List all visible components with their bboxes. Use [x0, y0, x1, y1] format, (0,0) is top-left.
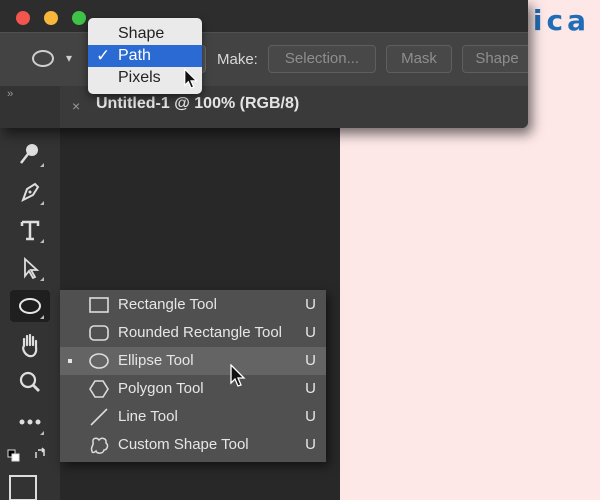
menu-item-shortcut: U	[305, 324, 316, 341]
current-tool-bullet	[68, 359, 72, 363]
menu-item-label: Rounded Rectangle Tool	[118, 324, 283, 341]
make-mask-button[interactable]: Mask	[386, 45, 452, 73]
menu-item-rectangle-tool[interactable]: Rectangle Tool U	[60, 291, 326, 319]
mode-option-path[interactable]: ✓ Path	[88, 45, 202, 67]
make-selection-button[interactable]: Selection...	[268, 45, 376, 73]
zoom-window-button[interactable]	[72, 11, 86, 25]
zoom-tool[interactable]	[10, 366, 50, 398]
type-tool[interactable]	[10, 214, 50, 246]
minimize-window-button[interactable]	[44, 11, 58, 25]
pen-tool[interactable]	[10, 176, 50, 208]
document-tab-bar: ›› × Untitled-1 @ 100% (RGB/8)	[0, 86, 528, 128]
hand-tool[interactable]	[10, 328, 50, 360]
options-bar: ▾ Make: Selection... Mask Shape	[0, 32, 528, 86]
chevron-down-icon[interactable]: ▾	[66, 51, 72, 65]
make-shape-button[interactable]: Shape	[462, 45, 528, 73]
mode-option-shape[interactable]: Shape	[88, 23, 202, 45]
document-tab-title[interactable]: Untitled-1 @ 100% (RGB/8)	[96, 95, 299, 113]
quick-selection-tool[interactable]	[10, 138, 50, 170]
shape-tools-flyout: Rectangle Tool U Rounded Rectangle Tool …	[60, 290, 326, 462]
menu-item-label: Rectangle Tool	[118, 296, 217, 313]
tool-preset-ellipse-icon[interactable]	[32, 50, 54, 67]
mode-option-label: Path	[118, 47, 151, 64]
rounded-rectangle-icon	[89, 325, 109, 341]
collapse-panels-icon[interactable]: ››	[7, 88, 13, 100]
color-swatches[interactable]	[6, 446, 56, 500]
title-bar	[0, 0, 528, 32]
menu-item-custom-shape-tool[interactable]: Custom Shape Tool U	[60, 431, 326, 459]
tools-panel	[0, 128, 60, 500]
close-tab-icon[interactable]: ×	[72, 98, 80, 114]
photoshop-window: ▾ Make: Selection... Mask Shape ›› × Unt…	[0, 0, 528, 128]
path-selection-tool[interactable]	[10, 252, 50, 284]
hand-icon	[22, 333, 38, 358]
menu-item-label: Line Tool	[118, 408, 178, 425]
menu-item-rounded-rectangle-tool[interactable]: Rounded Rectangle Tool U	[60, 319, 326, 347]
menu-item-shortcut: U	[305, 352, 316, 369]
make-label: Make:	[217, 51, 258, 68]
mouse-cursor-icon	[230, 364, 246, 387]
menu-item-shortcut: U	[305, 380, 316, 397]
menu-item-polygon-tool[interactable]: Polygon Tool U	[60, 375, 326, 403]
ellipse-tool[interactable]	[10, 290, 50, 322]
menu-item-label: Custom Shape Tool	[118, 436, 249, 453]
menu-item-label: Ellipse Tool	[118, 352, 194, 369]
checkmark-icon: ✓	[96, 46, 111, 65]
ellipse-icon	[89, 353, 109, 369]
more-tools[interactable]	[10, 406, 50, 438]
mode-option-label: Pixels	[118, 69, 161, 86]
more-dots-icon	[19, 419, 41, 425]
close-window-button[interactable]	[16, 11, 30, 25]
line-icon	[90, 408, 108, 426]
rectangle-icon	[89, 297, 109, 313]
mouse-cursor-icon	[184, 68, 198, 89]
menu-item-line-tool[interactable]: Line Tool U	[60, 403, 326, 431]
menu-item-ellipse-tool[interactable]: Ellipse Tool U	[60, 347, 326, 375]
menu-item-label: Polygon Tool	[118, 380, 204, 397]
mode-option-label: Shape	[118, 25, 165, 42]
custom-shape-icon	[90, 437, 109, 454]
zoom-icon	[19, 371, 40, 392]
menu-item-shortcut: U	[305, 408, 316, 425]
menu-item-shortcut: U	[305, 296, 316, 313]
menu-item-shortcut: U	[305, 436, 316, 453]
polygon-icon	[89, 380, 109, 398]
